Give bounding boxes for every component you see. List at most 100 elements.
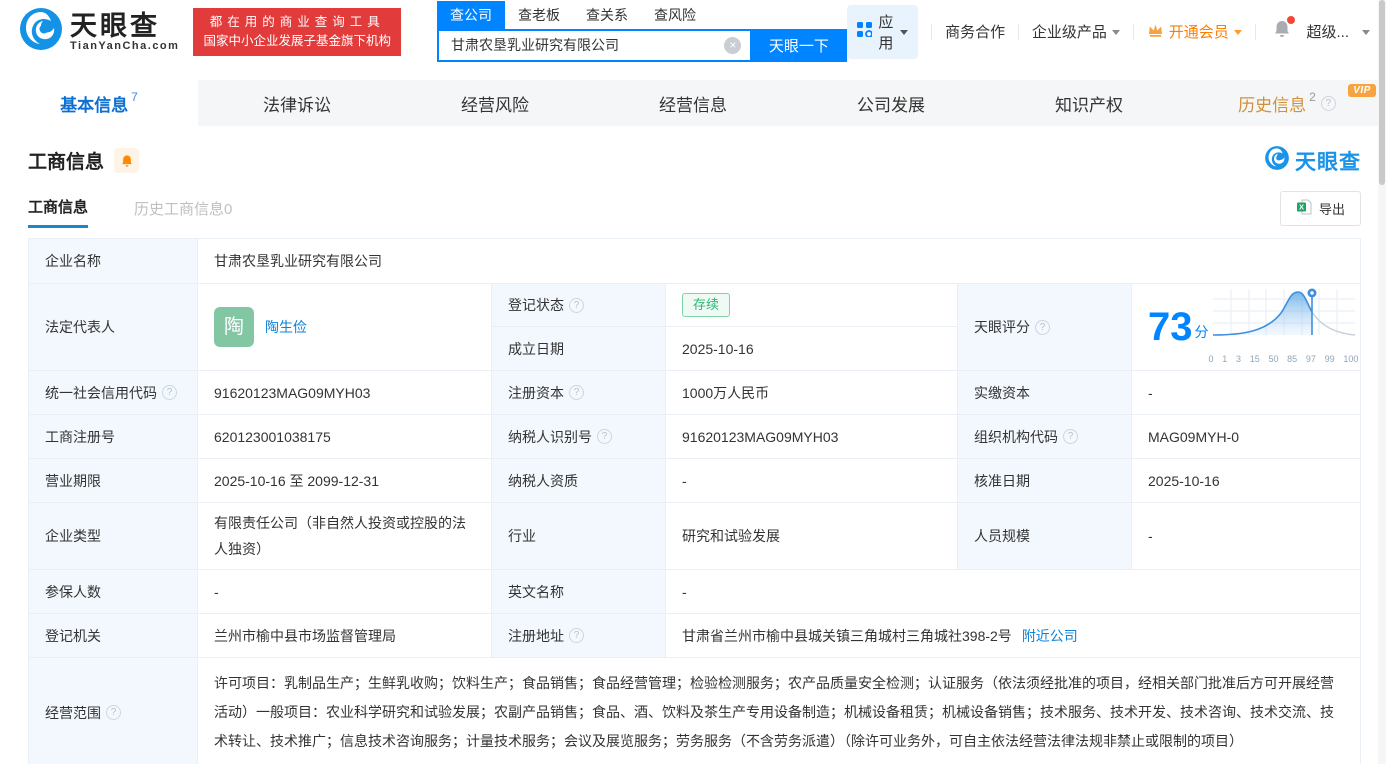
logo-text: 天眼查 TianYanCha.com [70,12,179,52]
tab-operation-risk-label: 经营风险 [461,95,529,115]
notification-bell-icon[interactable] [1272,16,1296,44]
help-icon[interactable] [1320,95,1336,111]
search-tab-company[interactable]: 查公司 [436,0,505,29]
tab-history-info-count: 2 [1309,90,1316,104]
help-icon[interactable] [106,705,121,720]
open-vip-menu[interactable]: 开通会员 [1147,21,1242,42]
field-label: 企业名称 [29,239,198,283]
field-label: 法定代表人 [29,284,198,370]
enterprise-product-menu[interactable]: 企业级产品 [1032,21,1120,42]
nearby-companies-link[interactable]: 附近公司 [1022,625,1078,647]
field-label: 企业类型 [29,503,198,569]
company-section-tabs: 基本信息 7 法律诉讼 经营风险 经营信息 公司发展 知识产权 VIP 历史信息… [0,80,1386,126]
staff-size-value: - [1148,528,1153,544]
help-icon[interactable] [569,628,584,643]
legal-rep-avatar[interactable]: 陶 [214,307,254,347]
business-cooperation-label: 商务合作 [945,24,1006,41]
table-row: 统一社会信用代码 91620123MAG09MYH03 注册资本 1000万人民… [29,371,1360,415]
business-cooperation-link[interactable]: 商务合作 [945,21,1005,42]
field-label: 参保人数 [29,570,198,613]
user-account-menu[interactable]: 超级... [1306,21,1370,42]
reg-status-value: 存续 [666,284,958,327]
tab-operation-risk[interactable]: 经营风险 [396,80,594,126]
open-vip-label: 开通会员 [1168,24,1229,41]
page-scrollbar[interactable] [1378,0,1386,764]
search-type-tabs: 查公司 查老板 查关系 查风险 [436,0,847,29]
tab-company-development[interactable]: 公司发展 [792,80,990,126]
top-menu: 应用 商务合作 企业级产品 开通会员 超级... [847,4,1386,59]
top-header: 天眼查 TianYanCha.com 都在用的商业查询工具 国家中小企业发展子基… [0,0,1386,63]
brand-domain: TianYanCha.com [70,39,180,52]
table-row: 登记机关 兰州市榆中县市场监督管理局 注册地址 甘肃省兰州市榆中县城关镇三角城村… [29,614,1360,658]
search-tab-relation[interactable]: 查关系 [573,1,641,29]
taxpayer-quality-value: - [666,459,958,502]
score-unit: 分 [1194,324,1209,340]
search-tab-boss[interactable]: 查老板 [505,1,573,29]
svg-text:X: X [1299,202,1304,211]
search-input[interactable] [436,28,751,62]
tab-intellectual-property-label: 知识产权 [1055,95,1123,115]
search-tab-risk[interactable]: 查风险 [641,1,709,29]
field-label: 注册资本 [492,371,666,414]
search-box: 天眼一下 [436,28,848,62]
clear-search-icon[interactable] [724,36,742,54]
field-label: 实缴资本 [958,371,1132,414]
divider [1018,23,1019,40]
reg-number-value: 620123001038175 [198,415,492,458]
field-label: 注册地址 [492,614,666,657]
table-row: 企业类型 有限责任公司（非自然人投资或控股的法人独资） 行业 研究和试验发展 人… [29,503,1360,570]
help-icon[interactable] [1063,429,1078,444]
help-icon[interactable] [597,429,612,444]
table-row: 经营范围 许可项目：乳制品生产；生鲜乳收购；饮料生产；食品销售；食品经营管理；检… [29,658,1360,764]
tab-intellectual-property[interactable]: 知识产权 [990,80,1188,126]
chevron-down-icon [1233,30,1242,35]
taxpayer-id-value: 91620123MAG09MYH03 [666,415,958,458]
tab-history-info[interactable]: VIP 历史信息 2 [1188,80,1386,126]
subscribe-bell-icon[interactable] [114,148,140,173]
divider [1254,23,1256,40]
field-label: 核准日期 [958,459,1132,502]
tab-company-development-label: 公司发展 [857,95,925,115]
divider [1132,23,1134,40]
tab-basic-info[interactable]: 基本信息 7 [0,80,198,126]
tab-legal-litigation-label: 法律诉讼 [263,95,331,115]
help-icon[interactable] [569,385,584,400]
search-button[interactable]: 天眼一下 [750,28,848,62]
field-label: 英文名称 [492,570,666,613]
tianyancha-logo-icon [18,6,64,57]
field-label: 组织机构代码 [958,415,1132,458]
scrollbar-thumb[interactable] [1379,0,1385,185]
excel-icon: X [1296,199,1312,218]
promo-banner[interactable]: 都在用的商业查询工具 国家中小企业发展子基金旗下机构 [193,7,401,56]
field-label: 工商注册号 [29,415,198,458]
tab-operation-info[interactable]: 经营信息 [594,80,792,126]
chevron-down-icon [900,30,909,35]
table-row: 法定代表人 陶 陶生俭 登记状态 存续 成立日期 2025-10-16 天眼评分 [29,284,1360,371]
field-label: 营业期限 [29,459,198,502]
export-button[interactable]: X 导出 [1279,190,1361,226]
score-distribution-chart: 013 15 50 85 97 99 100 [1209,285,1359,370]
apps-menu-button[interactable]: 应用 [847,4,919,59]
company-name-value: 甘肃农垦乳业研究有限公司 [214,253,382,269]
table-row: 企业名称 甘肃农垦乳业研究有限公司 [29,239,1360,284]
legal-rep-link[interactable]: 陶生俭 [265,316,307,338]
field-label: 行业 [492,503,666,569]
tianyancha-logo[interactable]: 天眼查 TianYanCha.com [18,6,179,57]
subtab-business-info[interactable]: 工商信息 [28,188,89,228]
field-label: 统一社会信用代码 [29,371,198,414]
legal-rep-value: 陶 陶生俭 [198,284,492,370]
vip-badge: VIP [1348,84,1376,97]
help-icon[interactable] [162,385,177,400]
approval-date-value: 2025-10-16 [1148,472,1220,489]
insured-count-value: - [198,570,492,613]
field-label: 登记状态 [492,284,666,327]
chevron-down-icon [1362,30,1370,35]
apps-label: 应用 [878,13,894,52]
help-icon[interactable] [1035,319,1050,335]
subtab-history-business-info[interactable]: 历史工商信息0 [134,188,232,228]
company-type-value: 有限责任公司（非自然人投资或控股的法人独资） [198,503,492,569]
tab-legal-litigation[interactable]: 法律诉讼 [198,80,396,126]
credit-code-value: 91620123MAG09MYH03 [198,371,492,414]
help-icon[interactable] [569,297,584,313]
section-header: 工商信息 天眼查 [0,145,1386,176]
